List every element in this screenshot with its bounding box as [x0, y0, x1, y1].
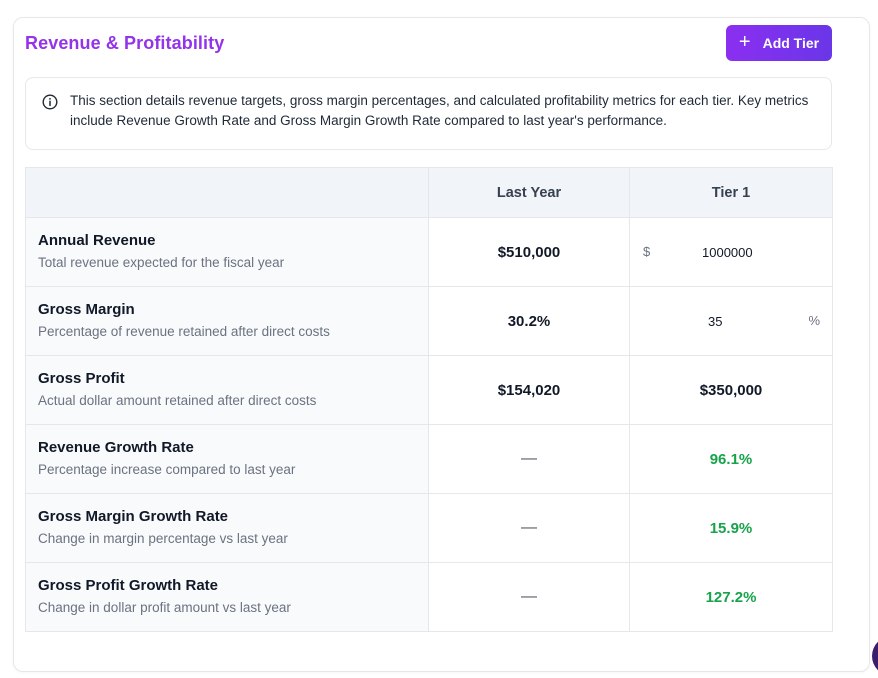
last-year-value: —: [428, 562, 630, 632]
section-title: Revenue & Profitability: [25, 33, 225, 53]
metric-name: Gross Profit Growth Rate: [38, 577, 219, 594]
table-row: Annual Revenue Total revenue expected fo…: [25, 217, 833, 287]
last-year-value: $154,020: [428, 355, 630, 425]
column-header-metric: [25, 167, 429, 218]
info-text: This section details revenue targets, gr…: [70, 93, 809, 128]
tier-1-cell: $: [629, 217, 833, 287]
last-year-value: —: [428, 493, 630, 563]
currency-prefix: $: [643, 244, 651, 259]
metric-label-cell: Revenue Growth Rate Percentage increase …: [25, 424, 429, 494]
table-row: Gross Profit Actual dollar amount retain…: [25, 355, 833, 425]
metric-name: Revenue Growth Rate: [38, 439, 194, 456]
last-year-value: $510,000: [428, 217, 630, 287]
metric-name: Gross Profit: [38, 370, 125, 387]
metric-label-cell: Gross Profit Actual dollar amount retain…: [25, 355, 429, 425]
metric-name: Annual Revenue: [38, 232, 156, 249]
gross-margin-input[interactable]: [708, 310, 798, 332]
metric-description: Percentage increase compared to last yea…: [38, 462, 296, 477]
info-icon: [42, 94, 58, 110]
tier-1-growth-value: 15.9%: [629, 493, 833, 563]
table-header-row: Last Year Tier 1: [25, 167, 833, 218]
table-row: Revenue Growth Rate Percentage increase …: [25, 424, 833, 494]
tier-1-growth-value: 96.1%: [629, 424, 833, 494]
percent-suffix: %: [808, 313, 820, 328]
column-header-tier-1: Tier 1: [629, 167, 833, 218]
metric-description: Change in dollar profit amount vs last y…: [38, 600, 291, 615]
metric-description: Percentage of revenue retained after dir…: [38, 324, 330, 339]
metric-description: Change in margin percentage vs last year: [38, 531, 288, 546]
plus-icon: +: [738, 31, 751, 53]
metric-description: Actual dollar amount retained after dire…: [38, 393, 317, 408]
last-year-value: —: [428, 424, 630, 494]
last-year-value: 30.2%: [428, 286, 630, 356]
add-tier-label: Add Tier: [762, 35, 820, 51]
table-row: Gross Profit Growth Rate Change in dolla…: [25, 562, 833, 632]
tier-1-value: $350,000: [629, 355, 833, 425]
metric-label-cell: Gross Margin Growth Rate Change in margi…: [25, 493, 429, 563]
metric-name: Gross Margin Growth Rate: [38, 508, 229, 525]
tier-1-growth-value: 127.2%: [629, 562, 833, 632]
metric-label-cell: Annual Revenue Total revenue expected fo…: [25, 217, 429, 287]
tier-1-cell: %: [629, 286, 833, 356]
column-header-last-year: Last Year: [428, 167, 630, 218]
table-row: Gross Margin Growth Rate Change in margi…: [25, 493, 833, 563]
floating-help-button[interactable]: [872, 636, 878, 676]
metrics-table: Last Year Tier 1 Annual Revenue Total re…: [25, 167, 833, 632]
metric-label-cell: Gross Profit Growth Rate Change in dolla…: [25, 562, 429, 632]
annual-revenue-input[interactable]: [702, 241, 792, 263]
metric-name: Gross Margin: [38, 301, 135, 318]
metric-description: Total revenue expected for the fiscal ye…: [38, 255, 285, 270]
metric-label-cell: Gross Margin Percentage of revenue retai…: [25, 286, 429, 356]
add-tier-button[interactable]: + Add Tier: [726, 25, 832, 61]
table-row: Gross Margin Percentage of revenue retai…: [25, 286, 833, 356]
info-box: This section details revenue targets, gr…: [25, 77, 832, 150]
